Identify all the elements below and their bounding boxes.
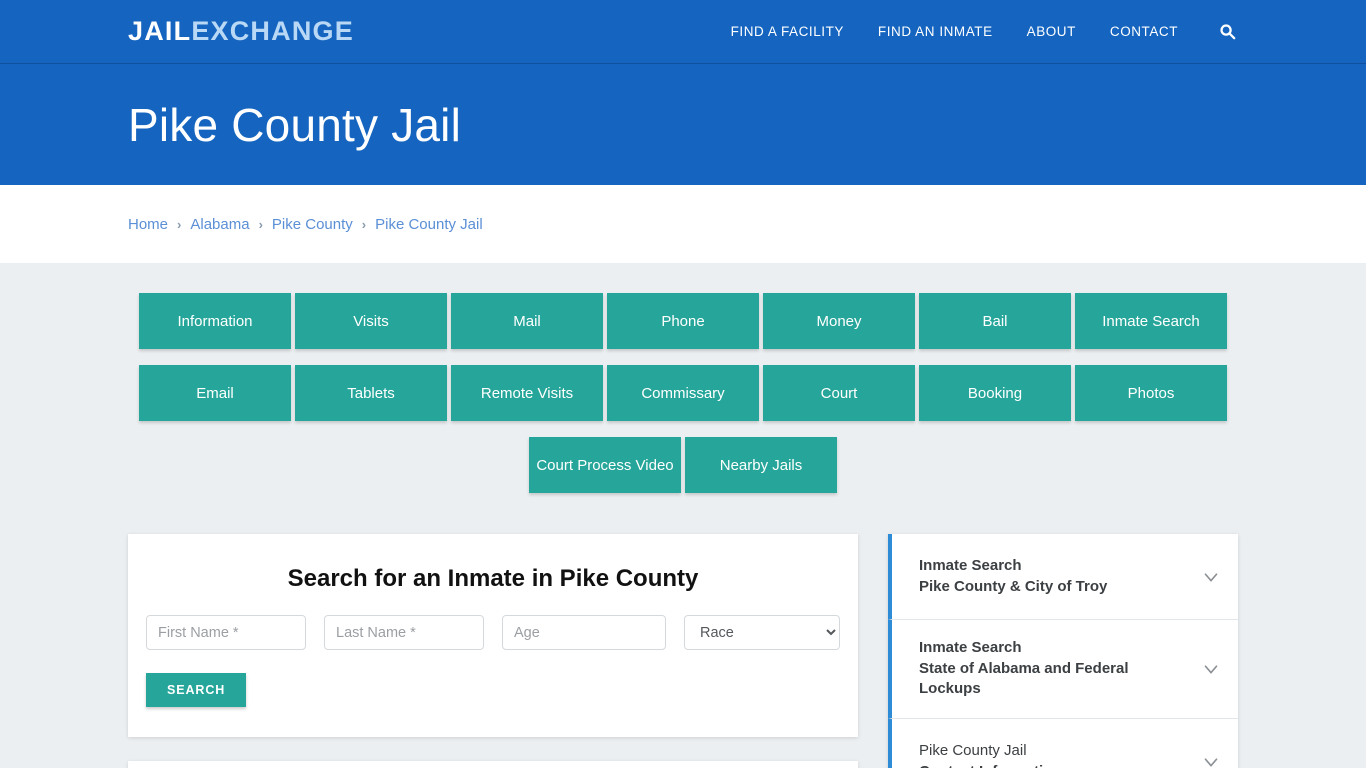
chevron-down-icon[interactable]: [1200, 751, 1222, 768]
section-button-nearby-jails[interactable]: Nearby Jails: [685, 437, 837, 493]
section-button-email[interactable]: Email: [139, 365, 291, 421]
breadcrumb-item-pike-county-jail[interactable]: Pike County Jail: [375, 216, 483, 233]
page-title-band: Pike County Jail: [0, 64, 1366, 185]
accordion-item-text: Inmate Search Pike County & City of Troy: [919, 556, 1190, 597]
breadcrumb-item-pike-county[interactable]: Pike County: [272, 216, 353, 233]
accordion-item-inmate-search-pike-county[interactable]: Inmate Search Pike County & City of Troy: [888, 534, 1238, 620]
accordion-item-text: Pike County Jail Contact Information: [919, 741, 1190, 768]
section-button-money[interactable]: Money: [763, 293, 915, 349]
page-title: Pike County Jail: [128, 98, 462, 151]
breadcrumb: Home › Alabama › Pike County › Pike Coun…: [128, 216, 483, 233]
nav-item-find-a-facility[interactable]: FIND A FACILITY: [731, 24, 844, 39]
inmate-search-heading: Search for an Inmate in Pike County: [287, 565, 699, 592]
section-button-phone[interactable]: Phone: [607, 293, 759, 349]
section-button-mail[interactable]: Mail: [451, 293, 603, 349]
section-button-visits[interactable]: Visits: [295, 293, 447, 349]
accordion-item-line2: State of Alabama and Federal Lockups: [919, 659, 1129, 698]
nav-item-find-an-inmate[interactable]: FIND AN INMATE: [878, 24, 993, 39]
section-button-information[interactable]: Information: [139, 293, 291, 349]
last-name-input[interactable]: [324, 615, 484, 650]
page-content: Information Visits Mail Phone Money Bail…: [0, 263, 1366, 768]
facility-buttons-row-3: Court Process Video Nearby Jails: [137, 437, 1229, 493]
breadcrumb-item-alabama[interactable]: Alabama: [190, 216, 249, 233]
site-logo[interactable]: JAILEXCHANGE: [128, 16, 354, 47]
section-button-bail[interactable]: Bail: [919, 293, 1071, 349]
search-submit-button[interactable]: SEARCH: [146, 673, 247, 707]
facility-buttons-row-1: Information Visits Mail Phone Money Bail…: [137, 293, 1229, 349]
section-button-inmate-search[interactable]: Inmate Search: [1075, 293, 1227, 349]
search-icon[interactable]: [1216, 21, 1238, 43]
age-input[interactable]: [502, 615, 666, 650]
section-button-tablets[interactable]: Tablets: [295, 365, 447, 421]
chevron-down-icon[interactable]: [1200, 566, 1222, 588]
chevron-right-icon: ›: [177, 216, 182, 232]
sidebar-accordion: Inmate Search Pike County & City of Troy…: [888, 534, 1238, 768]
accordion-item-line1: Inmate Search: [919, 639, 1022, 656]
accordion-item-inmate-search-state-federal[interactable]: Inmate Search State of Alabama and Feder…: [888, 620, 1238, 720]
accordion-item-line2: Contact Information: [919, 762, 1190, 768]
jail-information-panel: Pike County Jail Information: [128, 761, 858, 768]
section-button-booking[interactable]: Booking: [919, 365, 1071, 421]
nav-item-contact[interactable]: CONTACT: [1110, 24, 1178, 39]
inmate-search-panel: Search for an Inmate in Pike County Race…: [128, 534, 858, 737]
first-name-input[interactable]: [146, 615, 306, 650]
section-button-court[interactable]: Court: [763, 365, 915, 421]
accordion-item-line1: Inmate Search: [919, 556, 1022, 574]
section-button-commissary[interactable]: Commissary: [607, 365, 759, 421]
main-navigation: FIND A FACILITY FIND AN INMATE ABOUT CON…: [731, 21, 1238, 43]
section-button-photos[interactable]: Photos: [1075, 365, 1227, 421]
race-select[interactable]: Race: [684, 615, 840, 650]
section-button-remote-visits[interactable]: Remote Visits: [451, 365, 603, 421]
inmate-search-fields: Race: [146, 615, 840, 650]
chevron-right-icon: ›: [361, 216, 367, 232]
breadcrumb-item-home[interactable]: Home: [128, 216, 168, 233]
chevron-right-icon: ›: [258, 216, 263, 232]
accordion-item-line2: Pike County & City of Troy: [919, 577, 1108, 595]
sidebar-column: Inmate Search Pike County & City of Troy…: [888, 534, 1238, 768]
accordion-item-contact-information[interactable]: Pike County Jail Contact Information: [888, 719, 1238, 768]
facility-buttons-row-2: Email Tablets Remote Visits Commissary C…: [137, 365, 1229, 421]
accordion-item-text: Inmate Search State of Alabama and Feder…: [919, 638, 1190, 700]
section-button-court-process-video[interactable]: Court Process Video: [529, 437, 681, 493]
logo-primary-text: JAIL: [128, 16, 192, 46]
site-header: JAILEXCHANGE FIND A FACILITY FIND AN INM…: [0, 0, 1366, 64]
facility-section-buttons: Information Visits Mail Phone Money Bail…: [137, 293, 1229, 501]
chevron-down-icon[interactable]: [1200, 658, 1222, 680]
breadcrumb-bar: Home › Alabama › Pike County › Pike Coun…: [0, 185, 1366, 263]
logo-secondary-text: EXCHANGE: [191, 16, 354, 46]
nav-item-about[interactable]: ABOUT: [1027, 24, 1076, 39]
accordion-item-line1: Pike County Jail: [919, 742, 1027, 760]
main-columns: Search for an Inmate in Pike County Race…: [128, 534, 1238, 768]
main-column: Search for an Inmate in Pike County Race…: [128, 534, 858, 768]
